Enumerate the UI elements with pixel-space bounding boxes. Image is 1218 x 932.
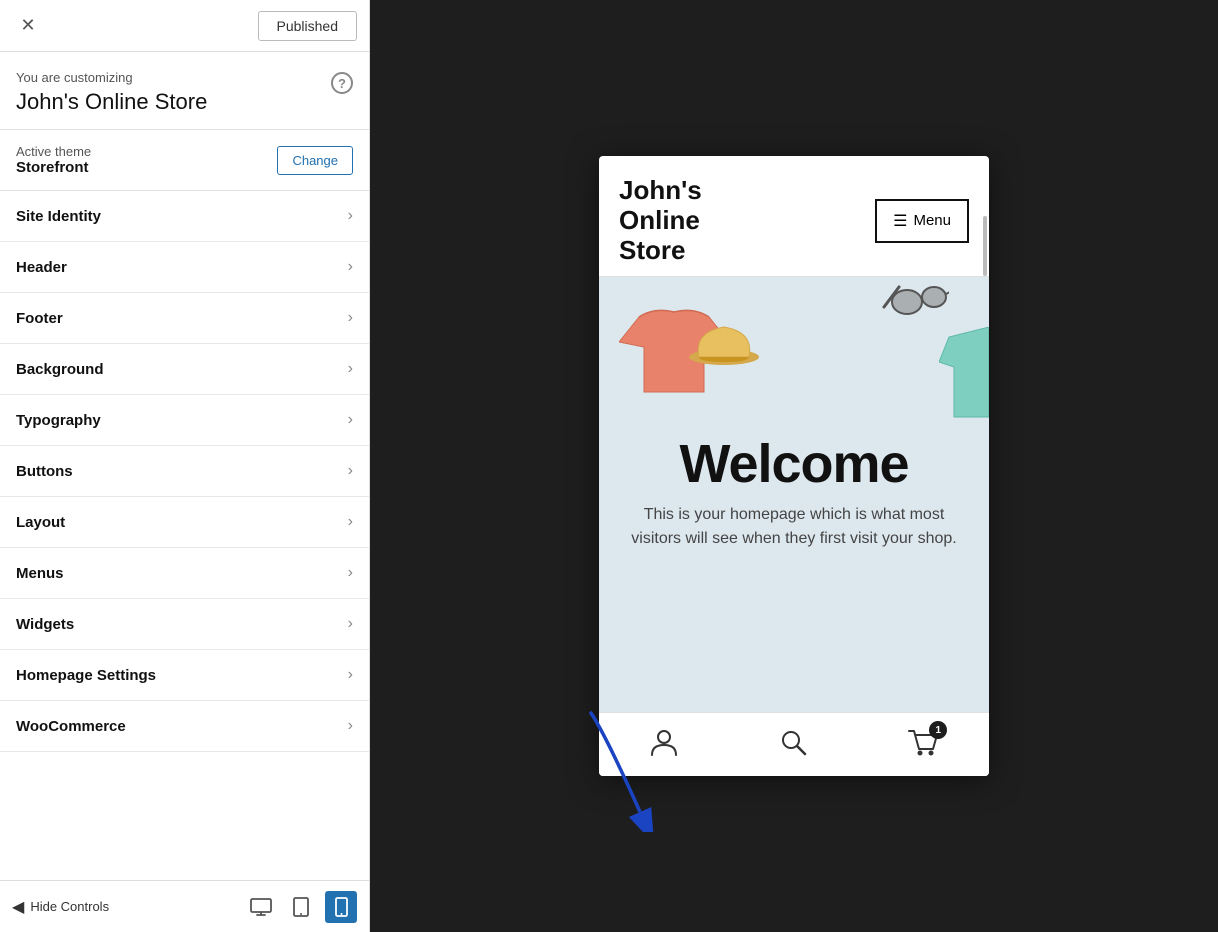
close-button[interactable]: ✕	[12, 10, 44, 42]
top-bar: ✕ Published	[0, 0, 369, 52]
phone-store-header: John'sOnlineStore ☰ Menu	[599, 156, 989, 277]
nav-item-site-identity[interactable]: Site Identity ›	[0, 191, 369, 242]
hamburger-icon: ☰	[893, 211, 907, 231]
clothes-illustrations	[599, 277, 989, 712]
phone-menu-button[interactable]: ☰ Menu	[875, 199, 969, 243]
nav-item-menus[interactable]: Menus ›	[0, 548, 369, 599]
help-icon[interactable]: ?	[331, 72, 353, 94]
chevron-right-icon: ›	[348, 564, 353, 582]
chevron-right-icon: ›	[348, 411, 353, 429]
phone-hero: Welcome This is your homepage which is w…	[599, 277, 989, 712]
nav-item-buttons[interactable]: Buttons ›	[0, 446, 369, 497]
store-name: John's Online Store	[16, 89, 207, 115]
chevron-right-icon: ›	[348, 309, 353, 327]
bottom-toolbar: ◀ Hide Controls	[0, 880, 369, 932]
customizing-section: You are customizing John's Online Store …	[0, 52, 369, 130]
cart-nav-icon[interactable]: 1	[907, 727, 939, 762]
main-preview: John'sOnlineStore ☰ Menu	[370, 0, 1218, 932]
theme-name: Storefront	[16, 159, 91, 176]
chevron-right-icon: ›	[348, 258, 353, 276]
hero-description: This is your homepage which is what most…	[619, 503, 969, 551]
nav-list: Site Identity › Header › Footer › Backgr…	[0, 191, 369, 880]
mobile-device-icon[interactable]	[325, 891, 357, 923]
customizing-label: You are customizing	[16, 70, 207, 85]
chevron-right-icon: ›	[348, 462, 353, 480]
menu-label: Menu	[913, 212, 951, 229]
tablet-device-icon[interactable]	[285, 891, 317, 923]
nav-item-homepage-settings[interactable]: Homepage Settings ›	[0, 650, 369, 701]
active-theme-section: Active theme Storefront Change	[0, 130, 369, 191]
hide-controls-button[interactable]: ◀ Hide Controls	[12, 897, 109, 917]
chevron-right-icon: ›	[348, 513, 353, 531]
chevron-right-icon: ›	[348, 360, 353, 378]
nav-item-layout[interactable]: Layout ›	[0, 497, 369, 548]
welcome-text: Welcome	[679, 437, 908, 491]
arrow-left-icon: ◀	[12, 897, 24, 917]
desktop-device-icon[interactable]	[245, 891, 277, 923]
active-theme-label: Active theme	[16, 144, 91, 159]
chevron-right-icon: ›	[348, 615, 353, 633]
chevron-right-icon: ›	[348, 717, 353, 735]
device-icons	[245, 891, 357, 923]
account-nav-icon[interactable]	[649, 727, 679, 762]
hide-controls-label: Hide Controls	[30, 899, 109, 914]
nav-item-footer[interactable]: Footer ›	[0, 293, 369, 344]
cart-badge: 1	[929, 721, 947, 739]
phone-preview-frame: John'sOnlineStore ☰ Menu	[599, 156, 989, 776]
phone-store-title: John'sOnlineStore	[619, 176, 702, 266]
chevron-right-icon: ›	[348, 666, 353, 684]
published-button[interactable]: Published	[258, 11, 358, 41]
phone-scrollbar	[983, 216, 987, 276]
nav-item-typography[interactable]: Typography ›	[0, 395, 369, 446]
phone-footer-nav: 1	[599, 712, 989, 776]
nav-item-header[interactable]: Header ›	[0, 242, 369, 293]
nav-item-woocommerce[interactable]: WooCommerce ›	[0, 701, 369, 752]
change-theme-button[interactable]: Change	[277, 146, 353, 175]
chevron-right-icon: ›	[348, 207, 353, 225]
nav-item-widgets[interactable]: Widgets ›	[0, 599, 369, 650]
search-nav-icon[interactable]	[778, 727, 808, 762]
nav-item-background[interactable]: Background ›	[0, 344, 369, 395]
